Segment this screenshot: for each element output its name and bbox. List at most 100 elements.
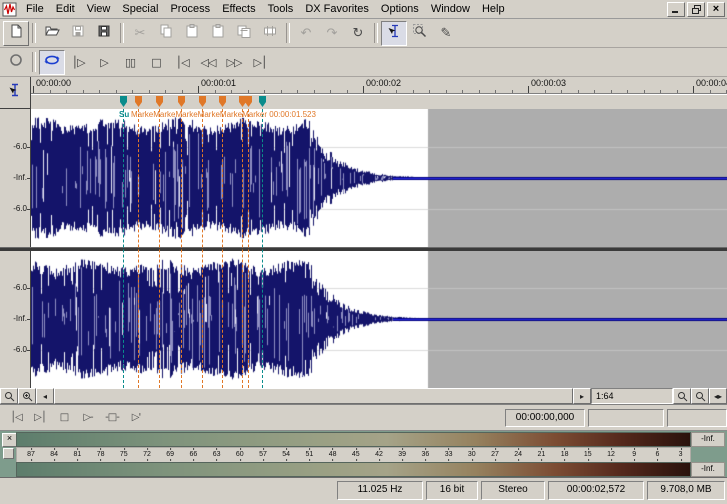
edit-tool-button[interactable]: [381, 21, 407, 46]
zoom-selection-button[interactable]: [691, 388, 709, 404]
zoom-normal-button[interactable]: [673, 388, 691, 404]
zoom-out-time-button[interactable]: [0, 388, 18, 404]
playbar-go-to-end[interactable]: ▷│: [28, 408, 52, 427]
loop-playback-icon: [43, 53, 61, 72]
scrollbar-track[interactable]: [54, 388, 573, 404]
waveform-channel-right[interactable]: [31, 250, 727, 388]
zoom-window-button[interactable]: ◂▸: [709, 388, 727, 404]
meters-grip[interactable]: [3, 448, 14, 459]
playbar-go-to-start[interactable]: │◁: [4, 408, 28, 427]
marker-head-9[interactable]: [259, 96, 266, 107]
menu-window[interactable]: Window: [425, 2, 476, 16]
meter-scale-value: 42: [375, 451, 383, 458]
waveform-channel-left[interactable]: [31, 109, 727, 247]
open-button[interactable]: [39, 21, 65, 46]
mix-button[interactable]: [231, 21, 257, 46]
ruler-minor-tick: [50, 90, 51, 93]
menu-tools[interactable]: Tools: [262, 2, 300, 16]
marker-head-7[interactable]: [239, 96, 246, 107]
menu-process[interactable]: Process: [164, 2, 216, 16]
ruler-minor-tick: [561, 90, 562, 93]
ruler-minor-tick: [594, 90, 595, 93]
playbar-panel-3: [667, 409, 727, 427]
redo-button[interactable]: ↷: [319, 21, 345, 46]
paste-special-button[interactable]: [205, 21, 231, 46]
menu-help[interactable]: Help: [476, 2, 511, 16]
repeat-button[interactable]: ↻: [345, 21, 371, 46]
marker-head-6[interactable]: [219, 96, 226, 107]
pencil-tool-button[interactable]: ✎: [433, 21, 459, 46]
save-icon: [70, 23, 86, 44]
playbar-play-edit[interactable]: ▷': [124, 408, 148, 427]
menu-file[interactable]: File: [20, 2, 50, 16]
magnify-tool-button[interactable]: [407, 21, 433, 46]
meter-scale-value: 12: [607, 451, 615, 458]
scroll-right-button[interactable]: ▸: [573, 388, 591, 404]
marker-bar[interactable]: [31, 94, 727, 109]
pencil-tool-icon: ✎: [441, 24, 452, 42]
go-to-end-button[interactable]: ▷│: [247, 50, 273, 75]
zoom-ratio-field[interactable]: 1:64: [591, 388, 673, 404]
channel-divider[interactable]: [0, 247, 727, 251]
ruler-corner: [0, 77, 31, 108]
meter-scale-value: 36: [421, 451, 429, 458]
stop-button[interactable]: □: [143, 50, 169, 75]
marker-head-3[interactable]: [156, 96, 163, 107]
new-button[interactable]: [3, 21, 29, 46]
play-all-button[interactable]: │▷: [65, 50, 91, 75]
ruler-minor-tick: [248, 90, 249, 93]
ruler-minor-tick: [380, 90, 381, 93]
marker-head-8[interactable]: [245, 96, 252, 107]
menu-special[interactable]: Special: [116, 2, 164, 16]
ruler-minor-tick: [627, 90, 628, 93]
minimize-button[interactable]: [667, 2, 685, 17]
marker-head-4[interactable]: [178, 96, 185, 107]
copy-button[interactable]: [153, 21, 179, 46]
pause-button[interactable]: ▯▯: [117, 50, 143, 75]
forward-button[interactable]: ▷▷: [221, 50, 247, 75]
trim-button[interactable]: [257, 21, 283, 46]
menu-items: FileEditViewSpecialProcessEffectsToolsDX…: [20, 2, 511, 16]
forward-icon: ▷▷: [227, 57, 242, 68]
save-button[interactable]: [65, 21, 91, 46]
paste-button[interactable]: [179, 21, 205, 46]
ruler-minor-tick: [330, 90, 331, 93]
meter-scale-value: 3: [679, 451, 683, 458]
meters-close-icon[interactable]: ×: [2, 433, 17, 447]
save-all-icon: [96, 23, 112, 44]
marker-head-2[interactable]: [135, 96, 142, 107]
cut-button[interactable]: ✂: [127, 21, 153, 46]
undo-button[interactable]: ↶: [293, 21, 319, 46]
playbar-stop[interactable]: □: [52, 408, 76, 427]
ruler-minor-tick: [545, 90, 546, 93]
close-icon[interactable]: ×: [707, 2, 725, 17]
menu-view[interactable]: View: [81, 2, 117, 16]
playbar-play-normal[interactable]: ▷-: [76, 408, 100, 427]
db-label: -Inf.: [13, 173, 27, 182]
toolbar-separator: [120, 23, 124, 43]
ruler-minor-tick: [677, 90, 678, 93]
meter-scale-value: 72: [143, 451, 151, 458]
menu-options[interactable]: Options: [375, 2, 425, 16]
menu-edit[interactable]: Edit: [50, 2, 81, 16]
zoom-in-time-button[interactable]: [18, 388, 36, 404]
rewind-button[interactable]: ◁◁: [195, 50, 221, 75]
go-to-start-button[interactable]: │◁: [169, 50, 195, 75]
menu-effects[interactable]: Effects: [216, 2, 261, 16]
meter-scale-value: 75: [120, 451, 128, 458]
playbar-frame[interactable]: -□-: [100, 408, 124, 427]
restore-button[interactable]: [687, 2, 705, 17]
save-all-button[interactable]: [91, 21, 117, 46]
status-bar: 11.025 Hz16 bitStereo00:00:02,5729.708,0…: [0, 478, 727, 503]
menu-dx-favorites[interactable]: DX Favorites: [299, 2, 375, 16]
scroll-left-button[interactable]: ◂: [36, 388, 54, 404]
marker-head-1[interactable]: [120, 96, 127, 107]
time-ruler[interactable]: 00:00:0000:00:0100:00:0200:00:0300:00:04: [31, 77, 727, 94]
record-button[interactable]: [3, 50, 29, 75]
loop-playback-button[interactable]: [39, 50, 65, 75]
play-button[interactable]: ▷: [91, 50, 117, 75]
marker-head-5[interactable]: [199, 96, 206, 107]
meter-scale-value: 6: [655, 451, 659, 458]
scrollbar-thumb[interactable]: [54, 388, 573, 404]
meter-right: [16, 462, 691, 477]
